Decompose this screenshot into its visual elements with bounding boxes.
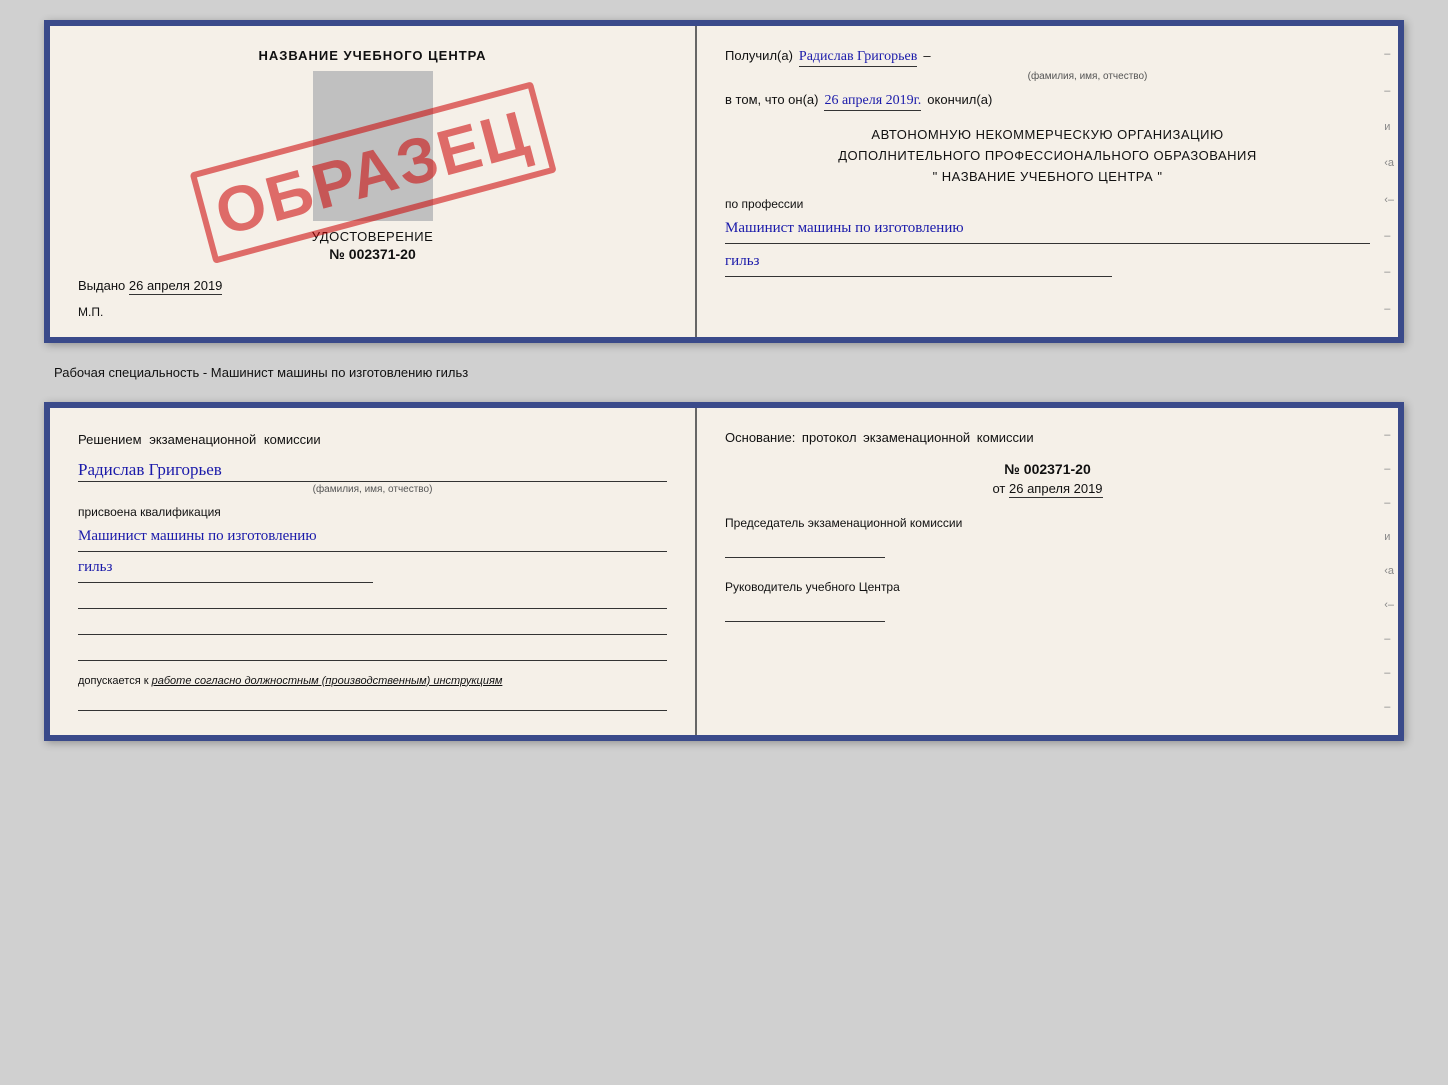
chairman-block: Председатель экзаменационной комиссии (725, 514, 1370, 558)
head-block: Руководитель учебного Центра (725, 578, 1370, 622)
bottom-name-sublabel: (фамилия, имя, отчество) (78, 484, 667, 495)
chairman-signature-line (725, 536, 885, 558)
proto-date: от 26 апреля 2019 (725, 481, 1370, 496)
issued-label: Выдано (78, 278, 125, 293)
empty-line-3 (78, 641, 667, 661)
issued-date: 26 апреля 2019 (129, 278, 223, 295)
cert-issued: Выдано 26 апреля 2019 (78, 278, 667, 293)
org-line3: " НАЗВАНИЕ УЧЕБНОГО ЦЕНТРА " (725, 167, 1370, 188)
photo-placeholder (313, 71, 433, 221)
received-label: Получил(а) (725, 48, 793, 63)
empty-line-2 (78, 615, 667, 635)
spine-markers-top: – – и ‹а ‹– – – – (1384, 26, 1394, 337)
bottom-document: Решением экзаменационной комиссии Радисл… (44, 402, 1404, 741)
head-label: Руководитель учебного Центра (725, 578, 1370, 596)
qual-handwritten2: гильз (78, 554, 373, 583)
date-handwritten: 26 апреля 2019г. (824, 93, 921, 111)
empty-line-4 (78, 691, 667, 711)
in-that-label: в том, что он(а) (725, 92, 818, 107)
qual-handwritten1: Машинист машины по изготовлению (78, 523, 667, 552)
top-document: НАЗВАНИЕ УЧЕБНОГО ЦЕНТРА УДОСТОВЕРЕНИЕ №… (44, 20, 1404, 343)
chairman-label: Председатель экзаменационной комиссии (725, 514, 1370, 532)
mp-label: М.П. (78, 305, 667, 319)
date-line: в том, что он(а) 26 апреля 2019г. окончи… (725, 92, 1370, 111)
working-spec-label: Рабочая специальность - Машинист машины … (44, 361, 1404, 384)
finished-label: окончил(а) (927, 92, 992, 107)
cert-number: № 002371-20 (78, 246, 667, 262)
head-signature-line (725, 600, 885, 622)
qual-assigned-label: присвоена квалификация (78, 505, 667, 519)
spine-markers-bottom: – – – и ‹а ‹– – – – (1384, 408, 1394, 735)
osnov-text: Основание: протокол экзаменационной коми… (725, 430, 1370, 445)
cert-label: УДОСТОВЕРЕНИЕ (78, 229, 667, 244)
profession-handwritten2: гильз (725, 248, 1112, 277)
top-doc-left: НАЗВАНИЕ УЧЕБНОГО ЦЕНТРА УДОСТОВЕРЕНИЕ №… (50, 26, 697, 337)
top-doc-right: Получил(а) Радислав Григорьев – (фамилия… (697, 26, 1398, 337)
bottom-doc-left: Решением экзаменационной комиссии Радисл… (50, 408, 697, 735)
name-sublabel: (фамилия, имя, отчество) (805, 71, 1370, 82)
bottom-doc-right: Основание: протокол экзаменационной коми… (697, 408, 1398, 735)
profession-handwritten1: Машинист машины по изготовлению (725, 215, 1370, 244)
org-block: АВТОНОМНУЮ НЕКОММЕРЧЕСКУЮ ОРГАНИЗАЦИЮ ДО… (725, 125, 1370, 187)
допуск-italic: работе согласно должностным (производств… (152, 675, 503, 687)
org-line2: ДОПОЛНИТЕЛЬНОГО ПРОФЕССИОНАЛЬНОГО ОБРАЗО… (725, 146, 1370, 167)
dash: – (923, 48, 930, 63)
top-left-title: НАЗВАНИЕ УЧЕБНОГО ЦЕНТРА (78, 48, 667, 63)
proto-date-prefix: от (992, 481, 1005, 496)
org-line1: АВТОНОМНУЮ НЕКОММЕРЧЕСКУЮ ОРГАНИЗАЦИЮ (725, 125, 1370, 146)
decision-text: Решением экзаменационной комиссии (78, 430, 667, 450)
допуск-label: допускается к (78, 675, 149, 687)
допуск-text: допускается к работе согласно должностны… (78, 675, 667, 687)
proto-number: № 002371-20 (725, 461, 1370, 477)
received-line: Получил(а) Радислав Григорьев – (725, 48, 1370, 67)
bottom-name-handwritten: Радислав Григорьев (78, 460, 667, 482)
empty-line-1 (78, 589, 667, 609)
name-handwritten: Радислав Григорьев (799, 49, 917, 67)
proto-date-value: 26 апреля 2019 (1009, 481, 1103, 498)
profession-label: по профессии (725, 197, 1370, 211)
